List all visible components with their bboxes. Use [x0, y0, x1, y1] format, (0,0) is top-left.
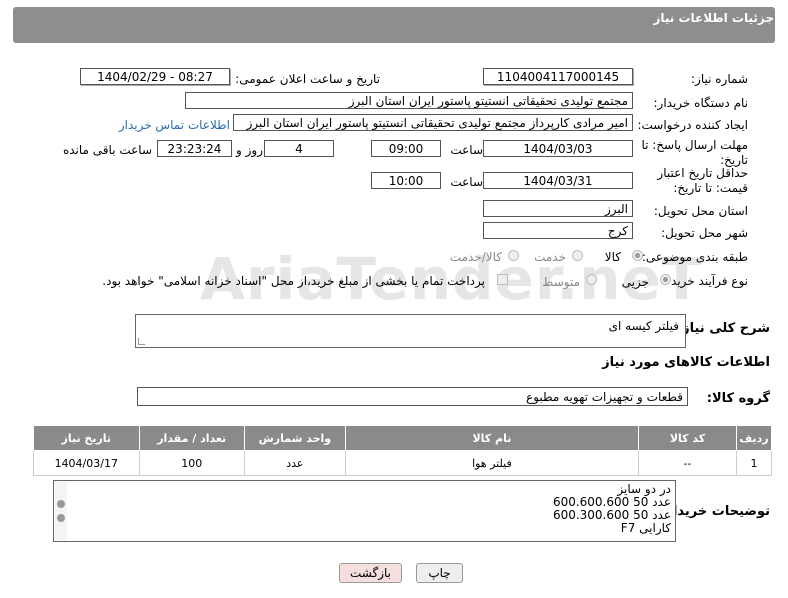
validity-time-field: 10:00	[371, 172, 441, 189]
reply-date-field: 1404/03/03	[483, 140, 633, 157]
goods-group-field: قطعات و تجهیزات تهویه مطبوع	[137, 387, 688, 406]
cell-item-code: --	[637, 450, 738, 476]
category-service-radio[interactable]	[572, 250, 583, 261]
reply-hour-label: ساعت	[450, 143, 483, 157]
process-medium-label: متوسط	[542, 275, 580, 289]
city-field: کرج	[483, 222, 633, 239]
notes-scrollbar[interactable]	[55, 482, 67, 540]
category-service-label: خدمت	[534, 250, 566, 264]
buyer-contact-link[interactable]: اطلاعات تماس خریدار	[119, 118, 230, 132]
hours-left-label: ساعت باقی مانده	[62, 143, 152, 157]
announce-datetime-field: 1404/02/29 - 08:27	[80, 68, 230, 85]
cell-quantity: 100	[138, 450, 245, 476]
buyer-org-label: نام دستگاه خریدار:	[653, 96, 749, 110]
reply-deadline-label: مهلت ارسال پاسخ: تا تاریخ:	[641, 138, 748, 167]
col-item-name: نام کالا	[344, 425, 639, 451]
process-minor-radio[interactable]	[660, 274, 671, 285]
category-goods-label: کالا	[604, 250, 621, 264]
col-unit: واحد شمارش	[243, 425, 346, 451]
table-header-row: تاریخ نیاز تعداد / مقدار واحد شمارش نام …	[33, 425, 772, 451]
page-title: جزئیات اطلاعات نیاز	[653, 11, 774, 25]
scroll-up-icon	[57, 500, 65, 508]
need-number-field: 1104004117000145	[483, 68, 633, 85]
col-need-date: تاریخ نیاز	[33, 425, 140, 451]
requester-field: امیر مرادی کارپرداز مجتمع تولیدی تحقیقات…	[233, 114, 633, 131]
table-row: 1404/03/17 100 عدد فیلتر هوا -- 1	[33, 450, 772, 476]
cell-item-name: فیلتر هوا	[344, 450, 639, 476]
process-medium-radio[interactable]	[586, 274, 597, 285]
province-label: استان محل تحویل:	[653, 204, 748, 218]
back-button[interactable]: بازگشت	[339, 563, 402, 583]
validity-hour-label: ساعت	[450, 175, 483, 189]
resize-grip-icon	[138, 338, 145, 345]
category-goods-service-label: کالا/خدمت	[449, 250, 502, 264]
general-desc-text: فیلتر کیسه ای	[608, 319, 679, 333]
need-number-label: شماره نیاز:	[691, 72, 748, 86]
day-and-label: روز و	[236, 143, 263, 157]
process-minor-label: جزیی	[621, 275, 649, 289]
reply-time-field: 09:00	[371, 140, 441, 157]
announce-datetime-label: تاریخ و ساعت اعلان عمومی:	[235, 72, 380, 86]
print-button[interactable]: چاپ	[416, 563, 463, 583]
general-desc-textarea: فیلتر کیسه ای	[135, 314, 686, 348]
notes-line: کارایی F7	[620, 521, 671, 535]
col-item-code: کد کالا	[637, 425, 738, 451]
time-left-field: 23:23:24	[157, 140, 232, 157]
city-label: شهر محل تحویل:	[661, 226, 748, 240]
scroll-down-icon	[57, 514, 65, 522]
col-quantity: تعداد / مقدار	[138, 425, 245, 451]
col-row-number: ردیف	[736, 425, 772, 451]
category-goods-radio[interactable]	[632, 250, 643, 261]
process-type-label: نوع فرآیند خرید :	[663, 274, 748, 288]
treasury-payment-label: پرداخت تمام یا بخشی از مبلغ خرید،از محل …	[102, 274, 485, 288]
requester-label: ایجاد کننده درخواست:	[637, 118, 748, 132]
treasury-payment-checkbox[interactable]	[497, 274, 508, 285]
general-desc-label: شرح کلی نیاز:	[676, 321, 770, 336]
goods-group-label: گروه کالا:	[706, 391, 770, 406]
province-field: البرز	[483, 200, 633, 217]
buyer-org-field: مجتمع تولیدی تحقیقاتی انستیتو پاستور ایر…	[185, 92, 633, 109]
items-info-title: اطلاعات کالاهای مورد نیاز	[602, 355, 770, 370]
cell-need-date: 1404/03/17	[33, 450, 140, 476]
cell-unit: عدد	[243, 450, 346, 476]
price-validity-label: حداقل تاریخ اعتبار قیمت: تا تاریخ:	[657, 166, 748, 195]
days-left-field: 4	[264, 140, 334, 157]
category-goods-service-radio[interactable]	[508, 250, 519, 261]
category-label: طبقه بندی موضوعی:	[641, 250, 748, 264]
items-table: تاریخ نیاز تعداد / مقدار واحد شمارش نام …	[33, 425, 772, 476]
buyer-notes-textarea: در دو سایز 600.600.600 50 عدد 600.300.60…	[53, 480, 676, 542]
cell-row-number: 1	[736, 450, 772, 476]
validity-date-field: 1404/03/31	[483, 172, 633, 189]
buyer-notes-label: توضیحات خریدار:	[660, 504, 770, 519]
